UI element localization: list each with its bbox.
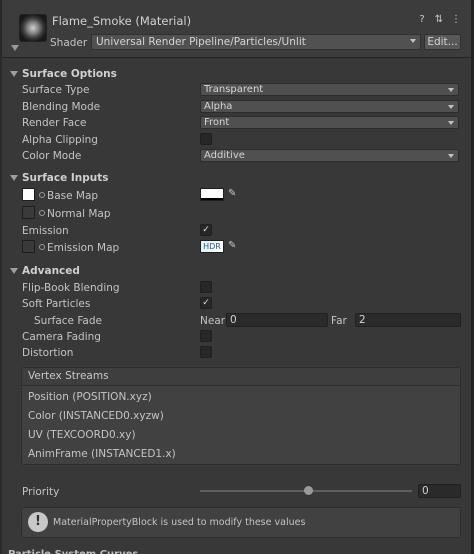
priority-input[interactable]: 0 — [418, 484, 461, 498]
far-label: Far — [331, 315, 347, 327]
material-title: Flame_Smoke (Material) — [52, 14, 192, 28]
surface-type-label: Surface Type — [22, 84, 90, 96]
eyedropper-icon[interactable]: ✎ — [228, 240, 238, 252]
near-label: Near — [200, 315, 226, 327]
normal-map-texture-slot[interactable] — [22, 206, 35, 219]
chevron-down-icon — [448, 121, 454, 125]
material-inspector: Flame_Smoke (Material) ? ⇅ ⋮ Shader Univ… — [0, 0, 474, 554]
blending-mode-label: Blending Mode — [22, 101, 101, 113]
color-mode-label: Color Mode — [22, 150, 82, 162]
list-item[interactable]: AnimFrame (INSTANCED1.x) — [28, 448, 176, 460]
chevron-down-icon — [448, 154, 454, 158]
camera-fading-label: Camera Fading — [22, 331, 101, 343]
emission-label: Emission — [22, 225, 69, 237]
base-map-color-field[interactable] — [200, 188, 224, 201]
list-item[interactable]: UV (TEXCOORD0.xy) — [28, 429, 136, 441]
material-preview-icon — [19, 14, 47, 42]
info-icon: ! — [28, 512, 48, 532]
render-face-value: Front — [204, 117, 230, 128]
vertex-streams-list: Vertex Streams Position (POSITION.xyz) C… — [21, 367, 461, 465]
object-picker-icon[interactable] — [39, 210, 45, 216]
list-item[interactable]: Position (POSITION.xyz) — [28, 391, 152, 403]
soft-particles-checkbox[interactable]: ✓ — [200, 297, 212, 309]
render-face-dropdown[interactable]: Front — [200, 116, 459, 129]
section-surface-inputs[interactable]: Surface Inputs — [22, 172, 109, 184]
list-item[interactable]: Color (INSTANCED0.xyzw) — [28, 410, 164, 422]
preset-icon[interactable]: ⇅ — [434, 14, 444, 26]
emission-hdr-color-field[interactable]: HDR — [200, 240, 224, 253]
foldout-arrow-icon[interactable] — [10, 268, 18, 274]
emission-map-texture-slot[interactable] — [22, 240, 35, 253]
eyedropper-icon[interactable]: ✎ — [228, 188, 238, 200]
flipbook-blending-checkbox[interactable] — [200, 281, 212, 293]
shader-dropdown[interactable]: Universal Render Pipeline/Particles/Unli… — [91, 34, 421, 50]
shader-value: Universal Render Pipeline/Particles/Unli… — [96, 36, 306, 48]
emission-map-label: Emission Map — [47, 242, 120, 254]
priority-slider-thumb[interactable] — [304, 486, 313, 495]
base-map-label: Base Map — [47, 190, 99, 202]
base-map-texture-slot[interactable] — [22, 188, 35, 201]
surface-type-value: Transparent — [204, 84, 264, 95]
priority-label: Priority — [22, 486, 60, 498]
distortion-checkbox[interactable] — [200, 346, 212, 358]
color-mode-value: Additive — [204, 150, 245, 161]
surface-fade-label: Surface Fade — [34, 315, 102, 327]
chevron-down-icon — [410, 39, 416, 43]
object-picker-icon[interactable] — [39, 192, 45, 198]
object-picker-icon[interactable] — [39, 244, 45, 250]
chevron-down-icon — [448, 105, 454, 109]
soft-particles-label: Soft Particles — [22, 298, 91, 310]
help-icon[interactable]: ? — [417, 14, 427, 26]
kebab-menu-icon[interactable]: ⋮ — [451, 14, 461, 26]
foldout-arrow-icon[interactable] — [11, 45, 19, 51]
vertex-streams-header: Vertex Streams — [22, 368, 460, 386]
normal-map-label: Normal Map — [47, 208, 111, 220]
render-face-label: Render Face — [22, 117, 87, 129]
flipbook-blending-label: Flip-Book Blending — [22, 282, 120, 294]
particle-system-curves-header[interactable]: Particle System Curves — [8, 546, 148, 554]
emission-checkbox[interactable]: ✓ — [200, 224, 212, 236]
camera-fading-checkbox[interactable] — [200, 330, 212, 342]
help-message: MaterialPropertyBlock is used to modify … — [53, 517, 306, 528]
material-header: Flame_Smoke (Material) ? ⇅ ⋮ Shader Univ… — [2, 0, 471, 58]
section-surface-options[interactable]: Surface Options — [22, 68, 117, 80]
foldout-arrow-icon[interactable] — [10, 175, 18, 181]
shader-label: Shader — [50, 37, 88, 49]
surface-type-dropdown[interactable]: Transparent — [200, 83, 459, 96]
header-icons: ? ⇅ ⋮ — [417, 14, 461, 26]
distortion-label: Distortion — [22, 347, 74, 359]
alpha-clipping-label: Alpha Clipping — [22, 134, 98, 146]
blending-mode-value: Alpha — [204, 101, 233, 112]
edit-shader-button[interactable]: Edit... — [424, 34, 461, 50]
chevron-down-icon — [448, 88, 454, 92]
info-help-box: ! MaterialPropertyBlock is used to modif… — [21, 507, 461, 538]
blending-mode-dropdown[interactable]: Alpha — [200, 100, 459, 113]
color-mode-dropdown[interactable]: Additive — [200, 149, 459, 162]
foldout-arrow-icon[interactable] — [10, 71, 18, 77]
near-input[interactable]: 0 — [226, 313, 328, 327]
far-input[interactable]: 2 — [355, 313, 461, 327]
section-advanced[interactable]: Advanced — [22, 265, 80, 277]
alpha-clipping-checkbox[interactable] — [200, 133, 212, 145]
alpha-bar — [201, 198, 223, 200]
